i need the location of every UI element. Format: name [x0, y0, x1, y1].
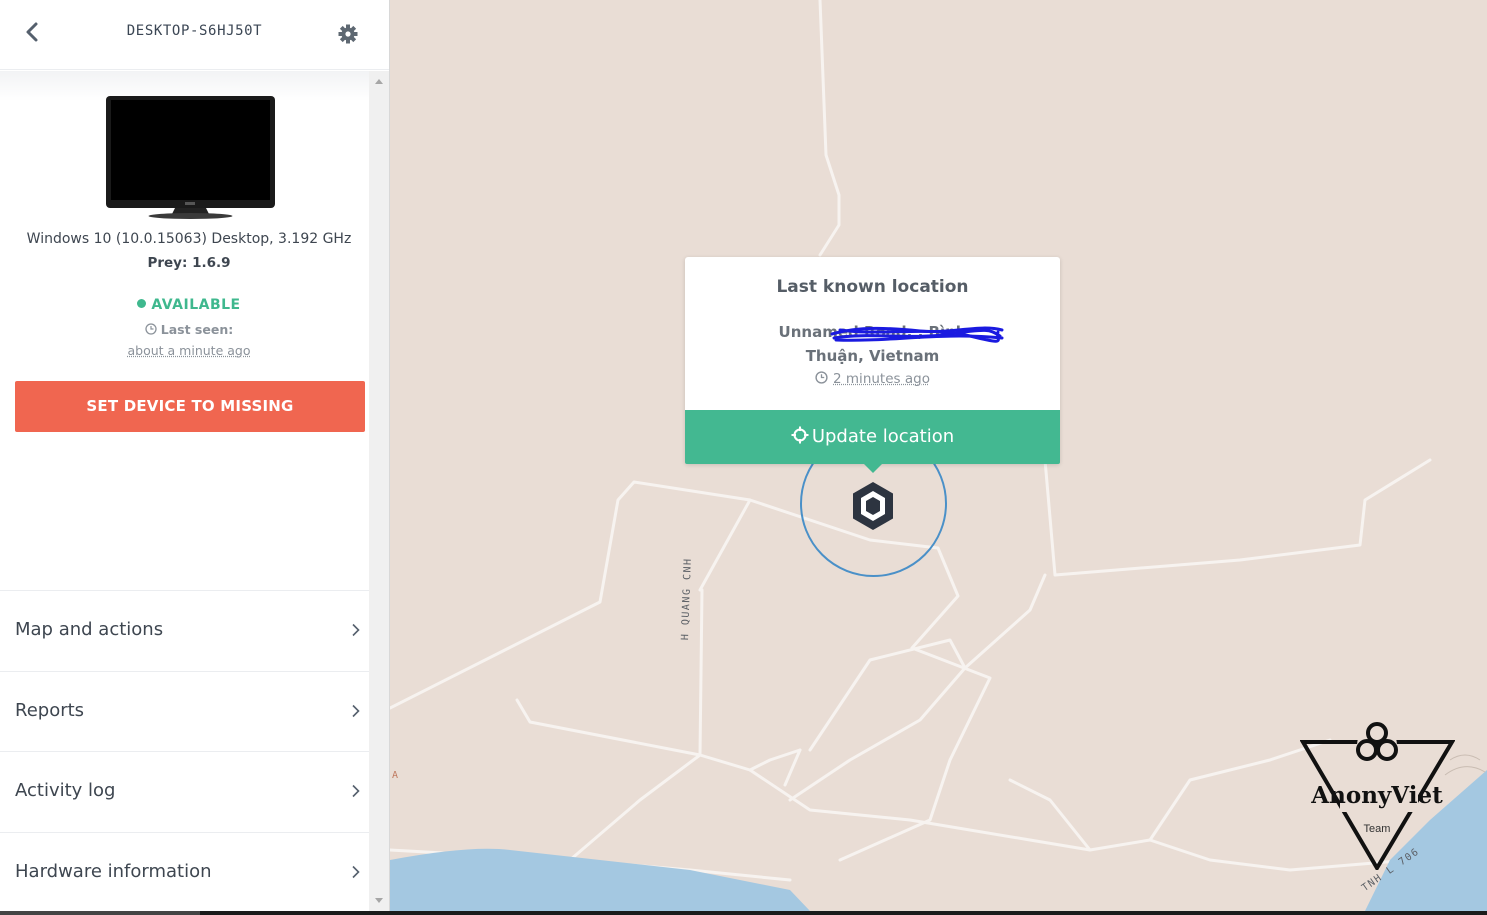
watermark-name: AnonyViet — [1310, 782, 1443, 809]
menu-item-reports[interactable]: Reports — [0, 670, 369, 752]
menu-item-label: Map and actions — [15, 619, 164, 640]
redaction-scribble — [830, 326, 1004, 343]
top-bar: DESKTOP-S6HJ50T — [0, 0, 389, 70]
update-location-label: Update location — [811, 426, 955, 447]
chevron-right-icon — [352, 704, 360, 717]
device-menu: Map and actions Reports Activity log Har… — [0, 590, 369, 911]
status-text: AVAILABLE — [151, 297, 241, 313]
update-location-button[interactable]: Update location — [685, 410, 1060, 473]
menu-item-activity-log[interactable]: Activity log — [0, 751, 369, 832]
bottom-taskbar-strip — [0, 911, 1487, 915]
sidebar-scrollbar[interactable] — [369, 71, 389, 911]
map-edge-letter: A — [392, 770, 400, 781]
menu-item-label: Activity log — [15, 780, 116, 801]
watermark-team: Team — [1364, 823, 1391, 835]
crosshair-icon — [791, 426, 809, 444]
address-line-2: Thuận, Vietnam — [805, 347, 940, 365]
location-time-text: 2 minutes ago — [833, 371, 930, 387]
settings-button[interactable] — [336, 22, 360, 46]
monitor-image — [106, 96, 275, 219]
last-seen-text: Last seen: — [160, 322, 234, 337]
last-seen-time: about a minute ago — [127, 343, 251, 358]
gear-icon — [338, 24, 358, 44]
prey-logo-icon — [853, 482, 893, 530]
prey-version: Prey: 1.6.9 — [147, 255, 231, 271]
menu-item-hardware-information[interactable]: Hardware information — [0, 831, 369, 912]
scroll-down-icon[interactable] — [374, 897, 384, 905]
device-name: DESKTOP-S6HJ50T — [126, 23, 263, 39]
os-info: Windows 10 (10.0.15063) Desktop, 3.192 G… — [26, 231, 352, 247]
chevron-right-icon — [352, 623, 360, 637]
anonyviet-watermark: AnonyViet Team — [1300, 722, 1455, 870]
scroll-up-icon[interactable] — [374, 77, 384, 85]
device-panel: Windows 10 (10.0.15063) Desktop, 3.192 G… — [0, 71, 369, 911]
location-time: 2 minutes ago — [685, 371, 1060, 387]
menu-item-label: Reports — [15, 699, 85, 721]
clock-icon — [815, 371, 828, 384]
menu-item-label: Hardware information — [15, 860, 212, 882]
location-popup: Last known location Unnamed Road, , Bình… — [685, 257, 1060, 473]
status-badge: AVAILABLE — [0, 297, 369, 313]
clock-icon — [145, 323, 157, 335]
set-missing-button[interactable]: SET DEVICE TO MISSING — [15, 381, 365, 432]
chevron-right-icon — [352, 865, 360, 878]
biohazard-icon — [1356, 722, 1398, 765]
popup-title: Last known location — [776, 277, 969, 297]
chevron-right-icon — [352, 784, 360, 798]
popup-pointer — [863, 463, 883, 473]
sidebar: DESKTOP-S6HJ50T Windows 10 (10.0.15063) … — [0, 0, 390, 915]
last-seen-label: Last seen: — [0, 322, 369, 337]
status-dot-icon — [137, 299, 147, 308]
taskbar-tab — [0, 911, 200, 915]
menu-item-map-and-actions[interactable]: Map and actions — [0, 590, 369, 671]
